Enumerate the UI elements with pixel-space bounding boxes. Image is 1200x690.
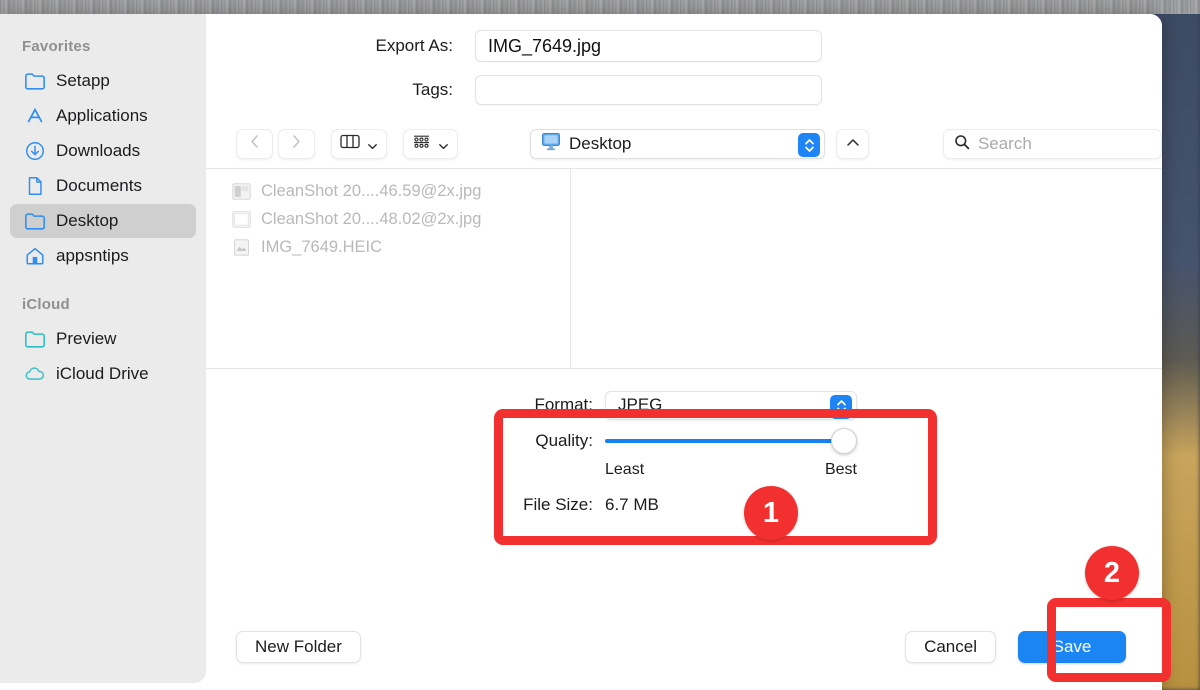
location-popup-button[interactable]: Desktop (530, 129, 826, 159)
tags-label: Tags: (412, 80, 453, 99)
group-items-icon (412, 134, 431, 154)
quality-best-label: Best (824, 461, 857, 478)
cancel-button[interactable]: Cancel (905, 631, 996, 663)
format-label: Format: (534, 395, 593, 414)
annotation-badge-2: 2 (1085, 546, 1139, 600)
document-icon (24, 175, 46, 197)
sidebar-item-label: Setapp (56, 71, 110, 90)
location-label: Desktop (569, 134, 632, 153)
format-row: Format: JPEG (509, 387, 857, 423)
format-value: JPEG (618, 395, 663, 414)
chevron-left-icon (249, 134, 260, 154)
window-chrome-strip (0, 0, 1200, 14)
cloud-icon (24, 363, 46, 385)
sidebar-item-label: appsntips (56, 246, 129, 265)
quality-label: Quality: (535, 431, 593, 450)
image-thumbnail-icon (232, 238, 251, 256)
export-as-input[interactable]: IMG_7649.jpg (475, 30, 822, 62)
export-as-row: Export As: IMG_7649.jpg (206, 24, 1162, 68)
chevron-up-icon (846, 135, 860, 153)
export-as-label: Export As: (375, 36, 453, 55)
export-as-value: IMG_7649.jpg (488, 35, 602, 56)
slider-knob[interactable] (831, 428, 857, 454)
updown-stepper-icon[interactable] (798, 133, 821, 157)
quality-least-label: Least (605, 461, 645, 478)
list-item[interactable]: IMG_7649.HEIC (206, 233, 570, 261)
chevron-down-icon (438, 139, 449, 150)
quality-slider[interactable] (605, 428, 857, 454)
format-select[interactable]: JPEG (605, 390, 857, 420)
display-icon (541, 132, 561, 156)
new-folder-button[interactable]: New Folder (236, 631, 361, 663)
tags-row: Tags: (206, 68, 1162, 112)
preview-column (571, 169, 1162, 368)
sidebar-item-setapp[interactable]: Setapp (10, 64, 196, 98)
sidebar-item-label: Documents (56, 176, 142, 195)
sidebar-section-favorites-title: Favorites (22, 38, 91, 55)
file-list-column[interactable]: CleanShot 20....46.59@2x.jpg CleanShot 2… (206, 169, 571, 368)
file-browser: CleanShot 20....46.59@2x.jpg CleanShot 2… (206, 169, 1162, 368)
slider-fill (605, 439, 844, 443)
image-thumbnail-icon (232, 210, 251, 228)
download-icon (24, 140, 46, 162)
export-options: Format: JPEG Quality: Least Best File Si… (206, 369, 1162, 559)
search-placeholder: Search (977, 134, 1032, 153)
sidebar-item-downloads[interactable]: Downloads (10, 134, 196, 168)
quality-scale-labels: Least Best (605, 461, 857, 479)
sidebar-item-label: Desktop (56, 211, 119, 230)
save-button[interactable]: Save (1018, 631, 1126, 663)
browser-toolbar: Desktop Search (206, 120, 1162, 168)
cancel-wrap: Cancel (905, 631, 996, 663)
dialog-action-bar: New Folder Cancel Save (206, 604, 1162, 690)
sidebar-item-label: Applications (56, 106, 148, 125)
sidebar-item-label: Downloads (56, 141, 141, 160)
folder-icon (24, 210, 46, 232)
forward-button[interactable] (278, 129, 315, 159)
updown-stepper-icon[interactable] (830, 394, 852, 419)
file-name: CleanShot 20....46.59@2x.jpg (261, 181, 482, 200)
export-options-inner: Format: JPEG Quality: Least Best File Si… (509, 387, 857, 515)
sidebar-item-applications[interactable]: Applications (10, 99, 196, 133)
sidebar-item-documents[interactable]: Documents (10, 169, 196, 203)
chevron-down-icon (367, 139, 378, 150)
search-icon (954, 134, 970, 155)
file-name: CleanShot 20....48.02@2x.jpg (261, 209, 482, 228)
quality-row: Quality: (509, 423, 857, 459)
sidebar-item-appsntips[interactable]: appsntips (10, 239, 196, 273)
column-view-icon (340, 134, 360, 154)
file-size-label: File Size: (523, 495, 593, 514)
chevron-right-icon (291, 134, 302, 154)
search-input[interactable]: Search (942, 129, 1162, 159)
sidebar-item-icloud-drive[interactable]: iCloud Drive (10, 357, 196, 391)
nav-buttons (236, 129, 315, 159)
sidebar-item-label: iCloud Drive (56, 364, 149, 383)
sidebar-section-icloud-title: iCloud (22, 296, 70, 313)
file-name: IMG_7649.HEIC (261, 237, 383, 256)
go-up-button[interactable] (836, 129, 869, 159)
export-save-dialog: Favorites Setapp Applications Downloads … (0, 14, 1162, 690)
annotation-badge-1: 1 (744, 486, 798, 540)
view-mode-button[interactable] (331, 129, 387, 159)
arrange-button[interactable] (403, 129, 458, 159)
folder-icon (24, 328, 46, 350)
image-thumbnail-icon (232, 182, 251, 200)
back-button[interactable] (236, 129, 273, 159)
list-item[interactable]: CleanShot 20....46.59@2x.jpg (206, 177, 570, 205)
file-size-value: 6.7 MB (605, 495, 659, 514)
file-size-row: File Size: 6.7 MB (509, 495, 857, 515)
sidebar: Favorites Setapp Applications Downloads … (0, 14, 206, 683)
folder-icon (24, 70, 46, 92)
sidebar-item-label: Preview (56, 329, 117, 348)
tags-input[interactable] (475, 75, 822, 105)
sidebar-item-desktop[interactable]: Desktop (10, 204, 196, 238)
sidebar-item-preview[interactable]: Preview (10, 322, 196, 356)
list-item[interactable]: CleanShot 20....48.02@2x.jpg (206, 205, 570, 233)
home-icon (24, 245, 46, 267)
dialog-content: Export As: IMG_7649.jpg Tags: Desktop Se… (206, 14, 1162, 690)
appstore-icon (24, 105, 46, 127)
